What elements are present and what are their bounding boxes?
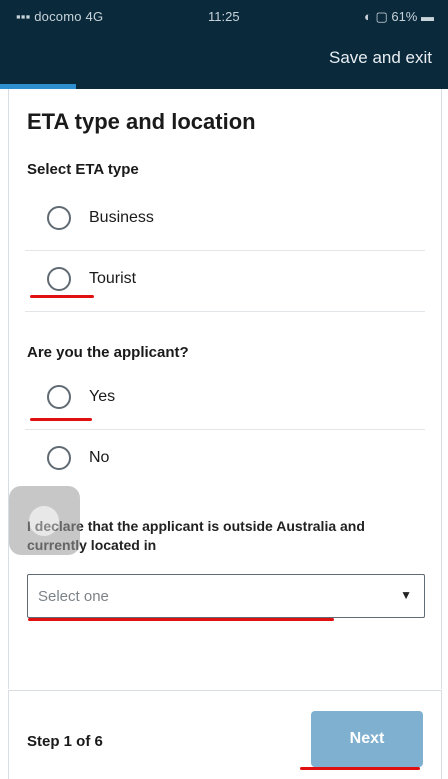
- app-header: Save and exit: [0, 34, 448, 84]
- applicant-question-label: Are you the applicant?: [27, 344, 189, 361]
- signal-icon: ▪▪▪ docomo 4G: [16, 9, 104, 24]
- eta-type-label: Select ETA type: [27, 161, 139, 178]
- carrier-label: docomo 4G: [34, 9, 104, 24]
- battery-indicator: ◐ ▢ 61% ▬: [363, 9, 434, 24]
- location-declaration: I declare that the applicant is outside …: [27, 518, 365, 553]
- option-label: No: [89, 449, 110, 466]
- next-button[interactable]: Next: [311, 711, 423, 767]
- caret-down-icon: ▼: [400, 588, 412, 602]
- radio-option-no[interactable]: No: [25, 430, 425, 490]
- save-and-exit-link[interactable]: Save and exit: [329, 48, 432, 68]
- country-select[interactable]: Select one ▼: [27, 574, 425, 618]
- option-label: Tourist: [89, 270, 137, 287]
- annotation-underline-tourist: [30, 295, 94, 298]
- page-title: ETA type and location: [27, 109, 256, 134]
- annotation-underline-yes: [30, 418, 92, 421]
- annotation-underline-select: [28, 618, 334, 621]
- select-placeholder: Select one: [38, 588, 109, 605]
- option-label: Business: [89, 209, 154, 226]
- clock: 11:25: [208, 9, 240, 24]
- battery-percent: 61%: [391, 9, 418, 24]
- form-content: ETA type and location Select ETA type Bu…: [8, 89, 442, 689]
- option-label: Yes: [89, 388, 116, 405]
- radio-option-business[interactable]: Business: [25, 190, 425, 251]
- radio-circle[interactable]: [47, 206, 71, 230]
- annotation-underline-next: [300, 767, 420, 770]
- assistive-touch-button[interactable]: [9, 486, 80, 555]
- radio-circle[interactable]: [47, 385, 71, 409]
- radio-circle[interactable]: [47, 446, 71, 470]
- status-bar: ▪▪▪ docomo 4G 11:25 ◐ ▢ 61% ▬: [0, 0, 448, 34]
- step-indicator: Step 1 of 6: [27, 733, 103, 750]
- assistive-touch-icon: [29, 506, 59, 536]
- footer: Step 1 of 6 Next: [8, 690, 442, 779]
- radio-circle[interactable]: [47, 267, 71, 291]
- radio-option-tourist[interactable]: Tourist: [25, 251, 425, 312]
